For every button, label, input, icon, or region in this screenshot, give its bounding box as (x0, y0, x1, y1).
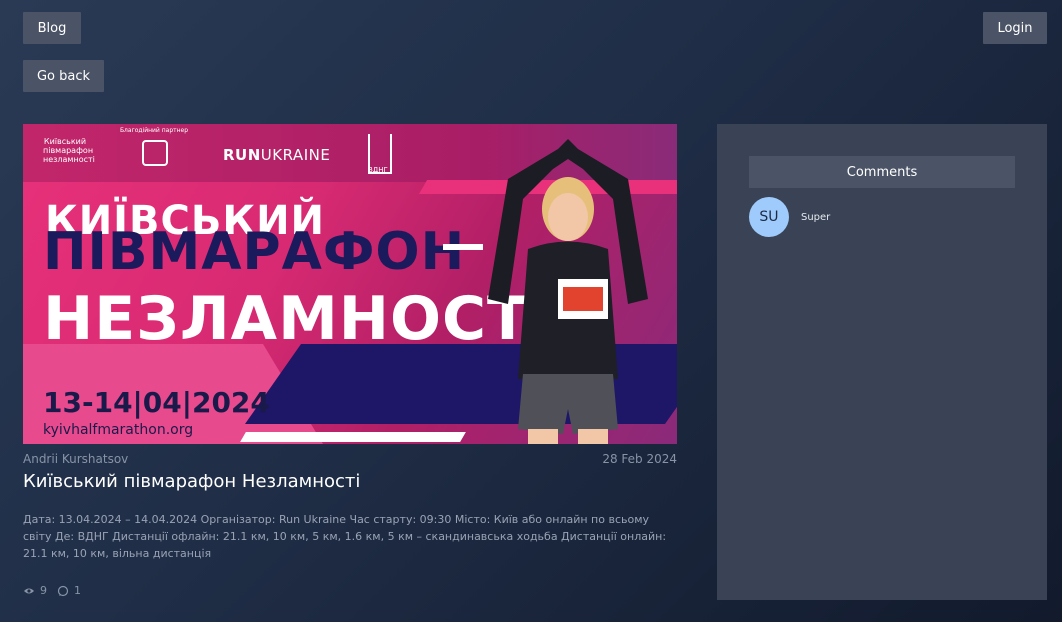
go-back-button[interactable]: Go back (23, 60, 104, 92)
post-stats: 9 1 (23, 584, 81, 597)
eye-icon (24, 588, 34, 593)
hero-white-bar (240, 432, 466, 442)
vdng-label: ВДНГ (368, 166, 388, 174)
post-body: Дата: 13.04.2024 – 14.04.2024 Організато… (23, 513, 667, 560)
run-logo-thin: UKRAINE (260, 146, 331, 164)
post-date: 28 Feb 2024 (602, 452, 677, 466)
hero-url: kyivhalfmarathon.org (43, 422, 194, 438)
comments-stat[interactable]: 1 (57, 584, 81, 597)
views-count: 9 (40, 584, 47, 597)
post-hero-image: Київський півмарафон незламності Благоді… (23, 124, 677, 444)
comment-item: SU Super (749, 197, 830, 237)
post-author: Andrii Kurshatsov (23, 452, 129, 466)
comment-icon (57, 585, 69, 596)
halfmarathon-logo: Київський півмарафон незламності (43, 137, 95, 164)
runner-illustration (488, 139, 648, 444)
run-ukraine-logo: RUNUKRAINE (223, 146, 330, 164)
post-title: Київський півмарафон Незламності (23, 471, 361, 492)
hero-dates: 13-14|04|2024 (43, 386, 270, 419)
views-stat: 9 (23, 584, 47, 597)
comment-text: Super (801, 211, 831, 223)
login-button[interactable]: Login (983, 12, 1047, 44)
avatar: SU (749, 197, 789, 237)
blog-button[interactable]: Blog (23, 12, 81, 44)
hero-title-line-2: ПІВМАРАФОН (43, 222, 466, 282)
comments-header: Comments (749, 156, 1015, 188)
run-logo-bold: RUN (223, 146, 261, 164)
charity-partner-logo (142, 140, 168, 166)
charity-partner-label: Благодійний партнер (119, 127, 189, 134)
comments-count: 1 (74, 584, 81, 597)
comments-panel: Comments SU Super (717, 124, 1047, 600)
